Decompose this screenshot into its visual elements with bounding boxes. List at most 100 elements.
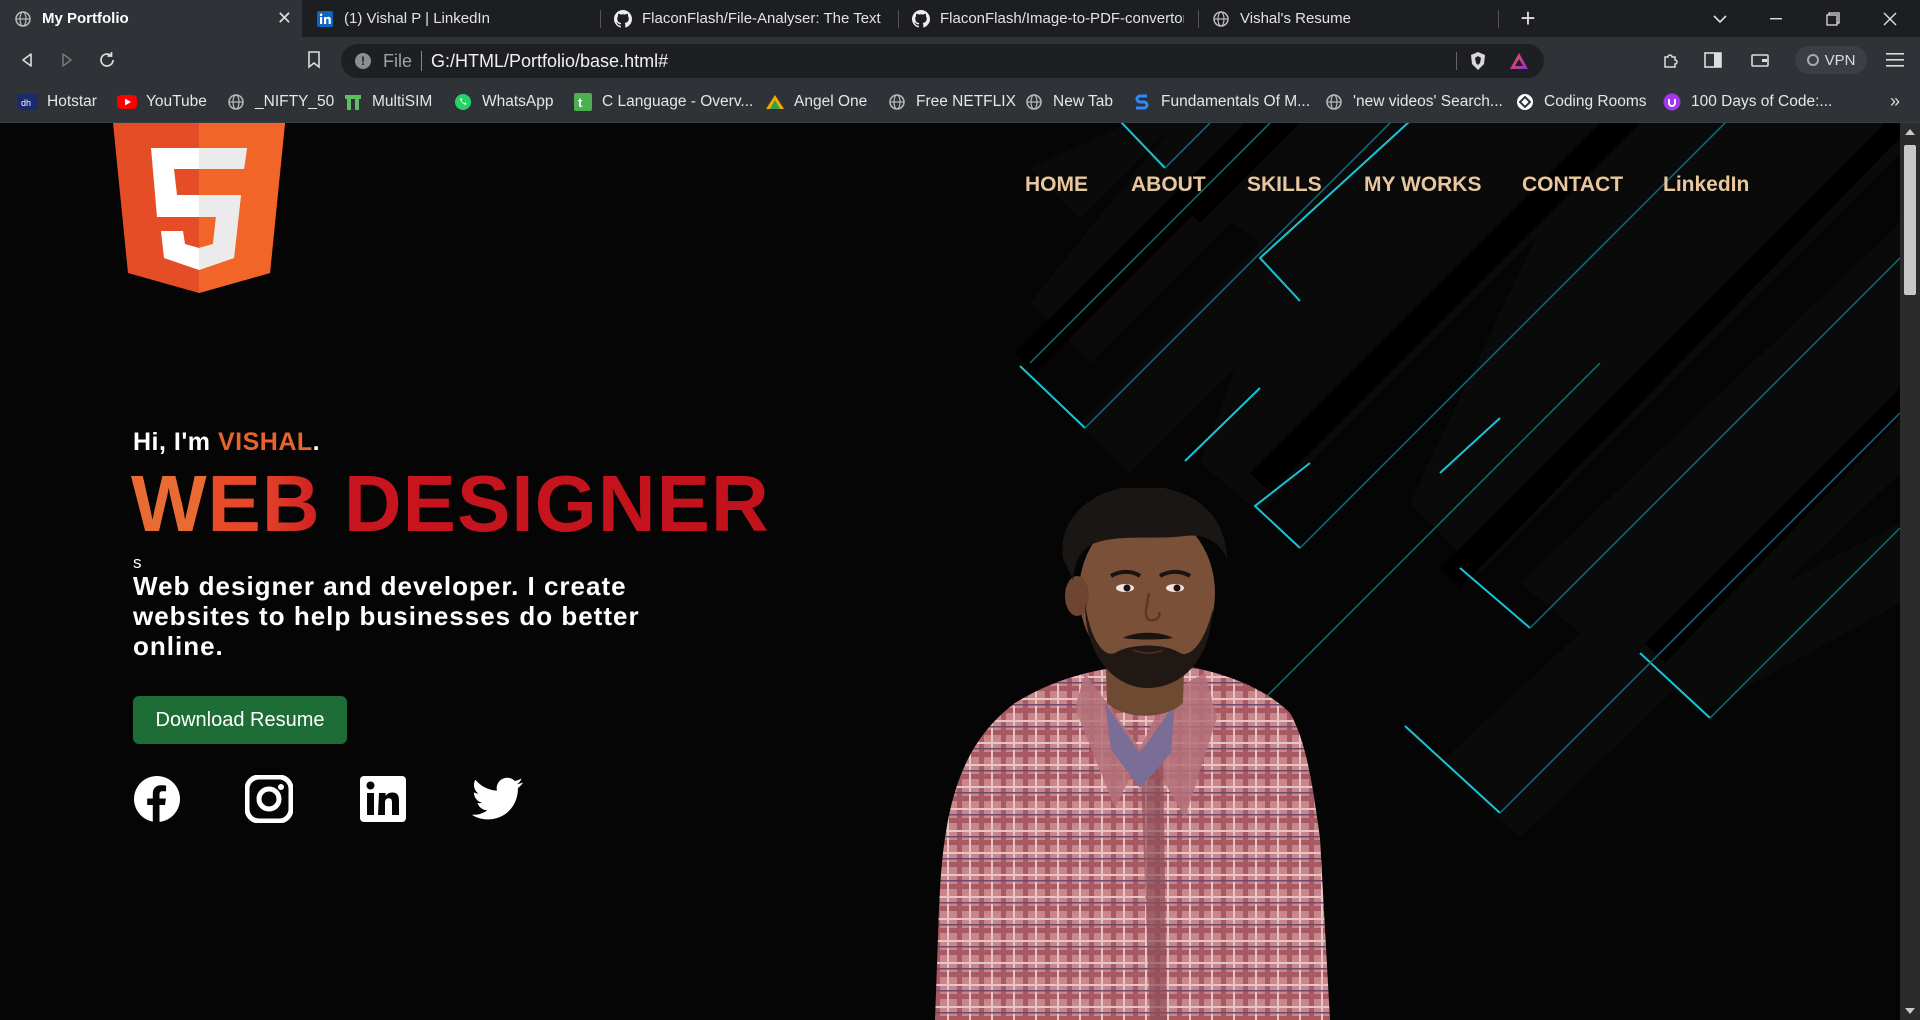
svg-text:t: t (578, 95, 583, 110)
nav-about[interactable]: ABOUT (1131, 173, 1206, 197)
tab-image-to-pdf[interactable]: FlaconFlash/Image-to-PDF-convertor- (898, 0, 1198, 37)
coding-rooms-icon (1515, 92, 1535, 112)
bookmark-new-tab[interactable]: New Tab (1024, 92, 1113, 112)
more-bookmarks-button[interactable]: » (1890, 91, 1900, 112)
bookmark-label: 100 Days of Code:... (1691, 93, 1833, 110)
tutorial-icon: t (573, 92, 593, 112)
svg-text:dh: dh (21, 98, 31, 108)
brave-shield-icon[interactable] (1469, 51, 1487, 76)
tab-label: FlaconFlash/Image-to-PDF-convertor- (940, 10, 1184, 27)
tab-divider (1498, 10, 1499, 28)
restore-button[interactable] (1805, 0, 1861, 37)
wallet-icon (1751, 54, 1769, 67)
forward-button[interactable] (52, 45, 82, 75)
bookmark-label: C Language - Overv... (602, 93, 754, 110)
instagram-icon[interactable] (245, 775, 293, 823)
page-scrollbar[interactable] (1900, 123, 1920, 1020)
close-icon (1883, 12, 1897, 25)
typed-text: s (133, 553, 142, 572)
vpn-button[interactable]: VPN (1795, 46, 1867, 74)
bookmark-100-days[interactable]: 100 Days of Code:... (1662, 92, 1832, 112)
close-tab-icon[interactable]: ✕ (277, 8, 292, 29)
bookmark-icon (308, 51, 320, 69)
headline-first-letter: W (131, 459, 208, 548)
download-resume-button[interactable]: Download Resume (133, 696, 347, 744)
bookmark-coding-rooms[interactable]: Coding Rooms (1515, 92, 1647, 112)
bookmark-new-videos[interactable]: 'new videos' Search... (1324, 92, 1503, 112)
back-icon (22, 53, 32, 67)
nav-contact[interactable]: CONTACT (1522, 173, 1623, 197)
profile-photo (935, 488, 1330, 1020)
bookmark-label: Coding Rooms (1544, 93, 1647, 110)
bookmark-angel-one[interactable]: Angel One (765, 92, 867, 112)
minimize-button[interactable] (1748, 0, 1804, 37)
html5-logo (113, 123, 285, 293)
brave-rewards-icon[interactable] (1509, 52, 1529, 75)
linkedin-icon (316, 10, 334, 28)
multisim-icon (343, 92, 363, 112)
scroll-up-arrow-icon[interactable] (1905, 129, 1915, 135)
back-button[interactable] (12, 45, 42, 75)
url-scheme: File (383, 51, 413, 71)
url-text[interactable]: G:/HTML/Portfolio/base.html# (431, 51, 668, 72)
scroll-down-arrow-icon[interactable] (1905, 1008, 1915, 1014)
url-divider (1456, 52, 1457, 70)
nav-linkedin[interactable]: LinkedIn (1663, 173, 1749, 197)
tab-strip: My Portfolio ✕ (1) Vishal P | LinkedIn F… (0, 0, 1920, 37)
greeting: Hi, I'm VISHAL. (133, 428, 320, 457)
portfolio-page: HOME ABOUT SKILLS MY WORKS CONTACT Linke… (0, 123, 1900, 1020)
facebook-icon[interactable] (133, 775, 181, 823)
bookmark-label: WhatsApp (482, 93, 554, 110)
bookmark-button[interactable] (299, 45, 329, 75)
reload-icon (100, 52, 114, 67)
bookmark-label: YouTube (146, 93, 207, 110)
address-bar[interactable]: ! File G:/HTML/Portfolio/base.html# (341, 44, 1544, 78)
angel-one-icon (765, 92, 785, 112)
bookmark-fundamentals[interactable]: Fundamentals Of M... (1132, 92, 1310, 112)
globe-icon (14, 10, 32, 28)
nav-home[interactable]: HOME (1025, 173, 1088, 197)
bookmark-whatsapp[interactable]: WhatsApp (453, 92, 554, 112)
tab-file-analyser[interactable]: FlaconFlash/File-Analyser: The Text File (600, 0, 898, 37)
bookmark-free-netflix[interactable]: Free NETFLIX (887, 92, 1016, 112)
bookmark-multisim[interactable]: MultiSIM (343, 92, 432, 112)
headline-rest: EB DESIGNER (207, 459, 770, 548)
new-tab-button[interactable]: + (1500, 0, 1556, 37)
udemy-icon (1662, 92, 1682, 112)
hero-headline: WEB DESIGNER (131, 458, 770, 550)
linkedin-icon[interactable] (359, 775, 407, 823)
tab-my-portfolio[interactable]: My Portfolio ✕ (0, 0, 302, 37)
minimize-icon (1770, 17, 1782, 19)
greeting-suffix: . (312, 428, 321, 456)
reload-button[interactable] (92, 45, 122, 75)
s-logo-icon (1132, 92, 1152, 112)
bookmark-label: Fundamentals Of M... (1161, 93, 1311, 110)
wallet-button[interactable] (1745, 45, 1775, 75)
bookmark-nifty50[interactable]: _NIFTY_50 (226, 92, 334, 112)
hotstar-icon: dh (18, 92, 38, 112)
vpn-status-icon (1806, 54, 1819, 66)
globe-icon (887, 92, 907, 112)
scrollbar-thumb[interactable] (1904, 145, 1916, 295)
vpn-label: VPN (1824, 51, 1856, 69)
twitter-icon[interactable] (472, 775, 524, 823)
extensions-button[interactable] (1656, 45, 1686, 75)
tab-label: (1) Vishal P | LinkedIn (344, 10, 490, 27)
bookmark-c-language[interactable]: t C Language - Overv... (573, 92, 753, 112)
tab-search-button[interactable] (1692, 0, 1748, 37)
bookmark-label: Free NETFLIX (916, 93, 1016, 110)
bookmark-youtube[interactable]: YouTube (117, 92, 207, 112)
forward-icon (62, 53, 72, 67)
menu-button[interactable] (1880, 45, 1910, 75)
tab-vishals-resume[interactable]: Vishal's Resume (1198, 0, 1498, 37)
hero-name: VISHAL (217, 428, 313, 456)
bookmark-hotstar[interactable]: dh Hotstar (18, 92, 97, 112)
tab-linkedin[interactable]: (1) Vishal P | LinkedIn (302, 0, 600, 37)
nav-my-works[interactable]: MY WORKS (1364, 173, 1481, 197)
info-icon[interactable]: ! (355, 53, 371, 69)
github-icon (614, 9, 632, 28)
sidebar-button[interactable] (1698, 45, 1728, 75)
nav-skills[interactable]: SKILLS (1247, 173, 1322, 197)
bookmark-label: 'new videos' Search... (1353, 93, 1503, 110)
close-window-button[interactable] (1862, 0, 1918, 37)
